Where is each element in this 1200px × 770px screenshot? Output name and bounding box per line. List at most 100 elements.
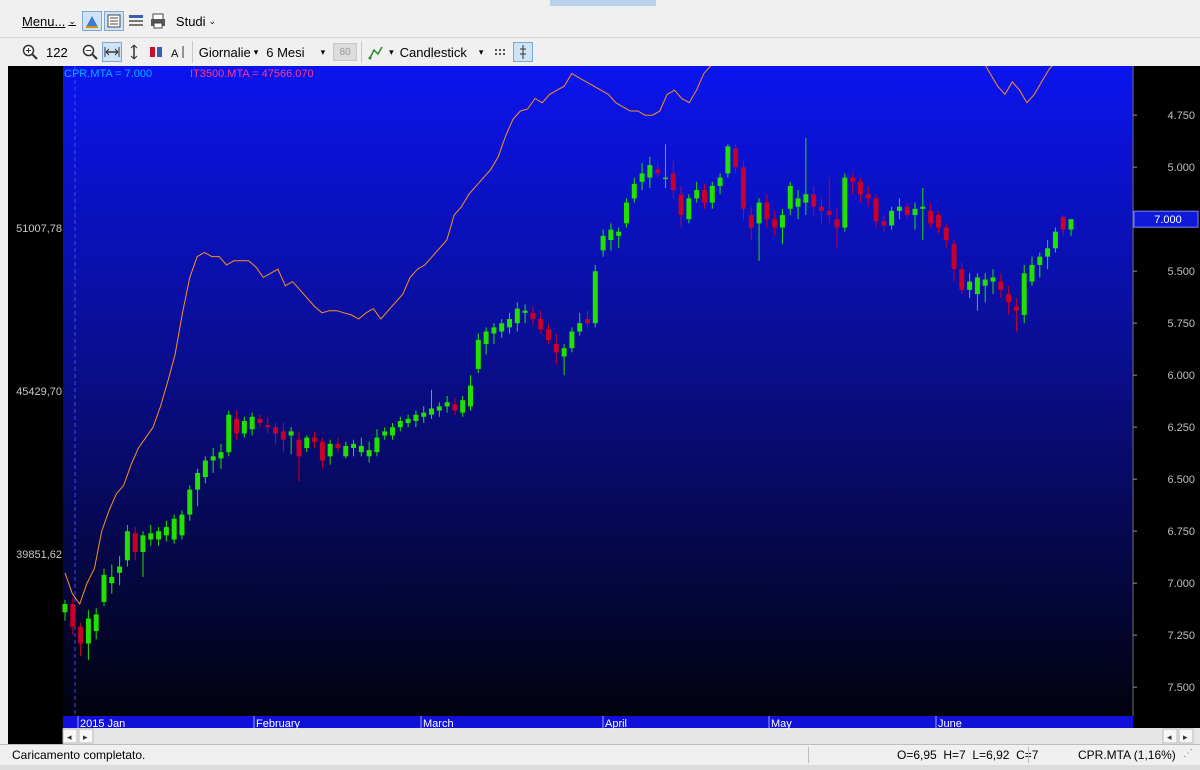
right-axis-label: 7.000 [1167, 578, 1195, 590]
candle-body [163, 527, 169, 536]
studies-menu-button[interactable]: Studi ⌄ [174, 10, 218, 32]
drawing-tool-dropdown-icon[interactable]: ▾ [389, 47, 394, 58]
candle[interactable] [171, 514, 177, 544]
candle-body [974, 277, 980, 295]
candle[interactable] [1021, 264, 1027, 324]
candle-body [475, 339, 481, 369]
month-label: May [771, 718, 792, 730]
candle-body [132, 533, 138, 552]
candle-body [405, 418, 411, 424]
candle-body [1037, 256, 1043, 265]
candle-body [413, 414, 419, 421]
horizontal-scrollbar[interactable] [63, 728, 1200, 744]
right-axis-label: 7.500 [1167, 682, 1195, 694]
candle-body [686, 198, 692, 220]
crosshair-icon[interactable] [513, 42, 534, 62]
resize-grip-icon[interactable]: ⋰ [1183, 748, 1193, 759]
period-dropdown[interactable]: Giornalie ▾ [197, 41, 261, 63]
candle-body [920, 206, 926, 209]
month-label: March [423, 718, 454, 730]
print-icon[interactable] [148, 11, 168, 31]
candle[interactable] [226, 410, 232, 457]
fit-height-icon[interactable] [124, 42, 144, 62]
candle-body [834, 219, 840, 228]
candle-body [460, 400, 466, 413]
candle-body [889, 210, 895, 226]
candle-body [694, 190, 700, 199]
list-icon[interactable] [126, 11, 146, 31]
candle-body [779, 215, 785, 228]
candle[interactable] [592, 264, 598, 328]
chart-icon[interactable] [81, 11, 102, 31]
candle-body [436, 406, 442, 411]
candle-body [647, 165, 653, 178]
zoom-out-icon[interactable] [80, 42, 100, 62]
chart-type-value: Candlestick [399, 44, 467, 60]
candle-body [881, 221, 887, 226]
right-axis-label: 5.750 [1167, 318, 1195, 330]
candle-body [327, 443, 333, 457]
candle-body [358, 445, 364, 453]
disabled-field: 80 [333, 43, 358, 61]
chart-type-dropdown[interactable]: Candlestick ▾ [398, 41, 486, 63]
candle[interactable] [686, 194, 692, 224]
text-size-icon[interactable]: A [168, 42, 188, 62]
candle-body [140, 535, 146, 552]
candle-body [319, 441, 325, 461]
candle-body [288, 431, 294, 436]
month-label: June [938, 718, 962, 730]
zoom-in-icon[interactable] [20, 42, 40, 62]
candle-body [296, 439, 302, 457]
candle-body [733, 148, 739, 168]
candlestick-chart[interactable]: ◂ ▸ ◂ ▸ CPR.MTA = 7.000 IT3500.MTA = 475… [8, 66, 1200, 744]
candle-body [584, 319, 590, 324]
candle-body [678, 194, 684, 216]
candle-body [335, 443, 341, 448]
candle[interactable] [179, 510, 185, 540]
candle-body [795, 198, 801, 207]
candle-body [943, 227, 949, 240]
right-axis-label: 4.750 [1167, 110, 1195, 122]
right-axis-label: 5.000 [1167, 162, 1195, 174]
candle-body [382, 431, 388, 436]
compare-icon[interactable] [146, 42, 166, 62]
candle-body [639, 173, 645, 182]
grid-dots-icon[interactable] [491, 42, 511, 62]
window-bottom-edge [0, 765, 1200, 770]
candle-body [928, 210, 934, 224]
candle[interactable] [725, 144, 731, 178]
candle-body [234, 418, 240, 434]
right-axis-label: 6.000 [1167, 370, 1195, 382]
candle-body [623, 202, 629, 224]
svg-text:◂: ◂ [1167, 732, 1172, 742]
candle-body [1013, 306, 1019, 311]
report-icon[interactable] [103, 11, 124, 31]
candle-body [967, 281, 973, 290]
candle-body [982, 279, 988, 286]
candle-body [873, 198, 879, 222]
candle[interactable] [623, 198, 629, 228]
candle[interactable] [842, 173, 848, 232]
candle-body [725, 146, 731, 174]
candle-body [397, 420, 403, 428]
price-chart-panel[interactable]: ◂ ▸ ◂ ▸ CPR.MTA = 7.000 IT3500.MTA = 475… [8, 66, 1200, 744]
candle-body [818, 206, 824, 211]
range-dropdown[interactable]: 6 Mesi ▾ [264, 41, 327, 63]
candle-body [62, 604, 68, 613]
candle-body [865, 194, 871, 199]
drawing-tool-icon[interactable] [366, 42, 386, 62]
toolbar-separator [361, 41, 363, 63]
candle-body [912, 208, 918, 216]
left-axis-label: 51007,78 [16, 223, 62, 235]
candle-body [842, 177, 848, 228]
toolbar-separator [191, 41, 193, 63]
candle-body [179, 514, 185, 536]
candle-body [904, 206, 910, 216]
candle-body [265, 425, 271, 428]
fit-width-icon[interactable] [101, 42, 122, 62]
menu-label: Menu... [22, 13, 66, 29]
candle-body [374, 437, 380, 453]
menu-button[interactable]: Menu... ⌄ [20, 10, 78, 32]
candle-body [210, 456, 216, 461]
candle-body [483, 331, 489, 344]
